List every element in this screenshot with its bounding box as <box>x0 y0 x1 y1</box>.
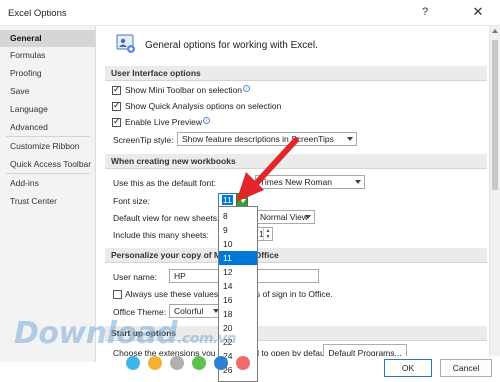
font-size-option[interactable]: 11 <box>219 251 257 265</box>
watermark-text: Download <box>14 316 178 351</box>
watermark-dot <box>236 356 250 370</box>
font-size-label: Font size: <box>113 196 150 206</box>
title-bar: Excel Options ? ✕ <box>0 0 500 26</box>
info-icon: i <box>203 117 211 124</box>
page-heading: General options for working with Excel. <box>145 40 318 51</box>
sidebar-divider <box>6 173 90 174</box>
sidebar-item-trust-center[interactable]: Trust Center <box>0 193 95 210</box>
quick-analysis-label: Show Quick Analysis options on selection <box>125 101 282 111</box>
font-size-option[interactable]: 10 <box>219 237 257 251</box>
sidebar-item-general[interactable]: General <box>0 30 95 47</box>
close-button[interactable]: ✕ <box>470 4 486 20</box>
help-button[interactable]: ? <box>418 6 432 18</box>
chevron-down-icon <box>305 215 311 219</box>
chevron-down-icon <box>355 180 361 184</box>
watermark-dot <box>148 356 162 370</box>
font-size-value: 11 <box>222 195 233 205</box>
mini-toolbar-label: Show Mini Toolbar on selection <box>125 85 243 95</box>
chevron-down-icon <box>347 137 353 141</box>
watermark-dot <box>192 356 206 370</box>
sidebar-divider <box>6 136 90 137</box>
sidebar-item-customize-ribbon[interactable]: Customize Ribbon <box>0 138 95 155</box>
user-name-label: User name: <box>113 272 157 282</box>
section-user-interface: User Interface options <box>105 66 487 81</box>
scroll-up-icon[interactable] <box>492 29 498 33</box>
default-font-select[interactable]: Times New Roman <box>255 175 365 189</box>
watermark-dots <box>126 356 256 372</box>
font-size-option[interactable]: 12 <box>219 265 257 279</box>
default-view-label: Default view for new sheets: <box>113 213 220 223</box>
font-size-option[interactable]: 14 <box>219 279 257 293</box>
live-preview-checkbox[interactable] <box>112 116 121 127</box>
default-view-value: Normal View <box>260 212 309 222</box>
mini-toolbar-row: Show Mini Toolbar on selection i <box>125 85 251 95</box>
sidebar-item-proofing[interactable]: Proofing <box>0 65 95 82</box>
default-programs-button[interactable]: Default Programs... <box>323 344 407 356</box>
sheets-count-label: Include this many sheets: <box>113 230 209 240</box>
scroll-thumb[interactable] <box>492 40 498 190</box>
default-font-label: Use this as the default font: <box>113 178 217 188</box>
window-title: Excel Options <box>8 8 67 19</box>
section-new-workbooks: When creating new workbooks <box>105 154 487 169</box>
options-content: General options for working with Excel. … <box>97 26 500 356</box>
quick-analysis-checkbox[interactable] <box>112 100 121 111</box>
general-options-icon <box>116 34 135 53</box>
live-preview-row: Enable Live Preview i <box>125 117 211 127</box>
always-use-values-checkbox[interactable] <box>113 290 122 299</box>
sidebar-item-advanced[interactable]: Advanced <box>0 119 95 136</box>
watermark-suffix: .com.vn <box>177 331 236 347</box>
font-size-option[interactable]: 9 <box>219 223 257 237</box>
section-personalize: Personalize your copy of Microsoft Offic… <box>105 248 487 263</box>
screentip-value: Show feature descriptions in ScreenTips <box>182 134 334 144</box>
font-size-option[interactable]: 16 <box>219 293 257 307</box>
content-scrollbar[interactable] <box>489 26 500 356</box>
ok-button[interactable]: OK <box>384 359 432 377</box>
cancel-button[interactable]: Cancel <box>440 359 492 377</box>
watermark-dot <box>214 356 228 370</box>
spinner-arrows-icon[interactable]: ▲ ▼ <box>263 228 272 240</box>
default-font-value: Times New Roman <box>260 177 332 187</box>
sidebar-item-add-ins[interactable]: Add-ins <box>0 175 95 192</box>
screentip-select[interactable]: Show feature descriptions in ScreenTips <box>177 132 357 146</box>
mini-toolbar-checkbox[interactable] <box>112 84 121 95</box>
watermark-dot <box>170 356 184 370</box>
font-size-dropdown-button[interactable] <box>236 193 248 207</box>
download-watermark: Download.com.vn <box>14 316 236 351</box>
options-sidebar: General Formulas Proofing Save Language … <box>0 26 96 362</box>
sidebar-item-formulas[interactable]: Formulas <box>0 47 95 64</box>
sidebar-item-save[interactable]: Save <box>0 83 95 100</box>
info-icon: i <box>243 85 251 92</box>
sidebar-item-language[interactable]: Language <box>0 101 95 118</box>
default-view-select[interactable]: Normal View <box>255 210 315 224</box>
font-size-option[interactable]: 8 <box>219 209 257 223</box>
live-preview-label: Enable Live Preview <box>125 117 203 127</box>
font-size-option[interactable]: 28 <box>219 377 257 381</box>
screentip-label: ScreenTip style: <box>113 135 174 145</box>
sidebar-item-quick-access-toolbar[interactable]: Quick Access Toolbar <box>0 156 95 173</box>
office-theme-value: Colorful <box>174 306 204 316</box>
watermark-dot <box>126 356 140 370</box>
